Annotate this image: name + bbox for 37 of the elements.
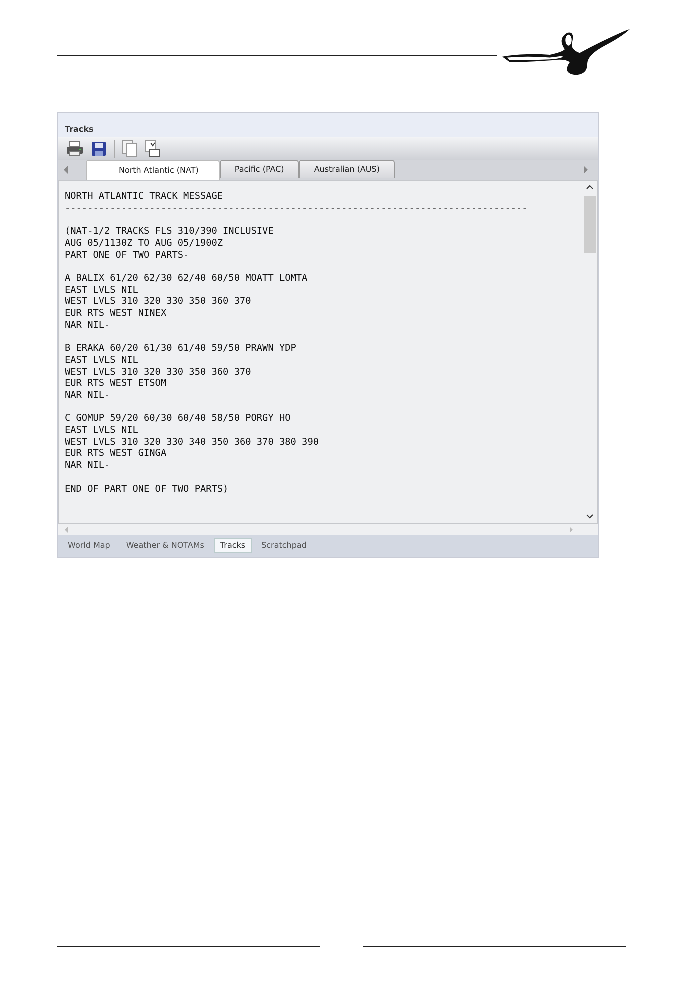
message-line: EUR RTS WEST NINEX	[65, 308, 167, 320]
print-icon[interactable]	[66, 140, 84, 156]
message-line: NAR NIL-	[65, 460, 110, 472]
message-line: NAR NIL-	[65, 320, 110, 332]
panel-title: Tracks	[64, 124, 95, 136]
message-line: NORTH ATLANTIC TRACK MESSAGE	[65, 191, 224, 203]
message-line: EAST LVLS NIL	[65, 425, 138, 437]
message-line: WEST LVLS 310 320 330 350 360 370	[65, 366, 252, 378]
view-tab[interactable]: World Map	[62, 538, 116, 553]
view-tab[interactable]: Weather & NOTAMs	[120, 538, 210, 553]
message-line: PART ONE OF TWO PARTS-	[65, 250, 190, 262]
message-line: EAST LVLS NIL	[65, 354, 138, 366]
message-line: (NAT-1/2 TRACKS FLS 310/390 INCLUSIVE	[65, 226, 274, 238]
paste-icon[interactable]	[145, 140, 161, 158]
message-line: ----------------------------------------------------------------------------------	[65, 202, 528, 214]
save-icon[interactable]	[91, 140, 107, 156]
message-line: AUG 05/1130Z TO AUG 05/1900Z	[65, 238, 224, 250]
message-line: END OF PART ONE OF TWO PARTS)	[65, 484, 229, 496]
view-tab[interactable]: Tracks	[214, 538, 252, 553]
message-line: B ERAKA 60/20 61/30 61/40 59/50 PRAWN YDP	[65, 343, 296, 355]
message-line: A BALIX 61/20 62/30 62/40 60/50 MOATT LOMTA	[65, 272, 308, 285]
horizontal-scrollbar[interactable]	[58, 524, 598, 535]
region-tab[interactable]: Australian (AUS)	[299, 160, 395, 178]
message-line: WEST LVLS 310 320 330 340 350 360 370 380 390	[65, 436, 319, 448]
region-tab[interactable]: Pacific (PAC)	[220, 160, 300, 178]
scroll-thumb[interactable]	[584, 196, 596, 253]
message-line: C GOMUP 59/20 60/30 60/40 58/50 PORGY HO	[65, 413, 291, 425]
message-line: NAR NIL-	[65, 390, 110, 402]
view-tab[interactable]: Scratchpad	[256, 538, 313, 553]
message-line: WEST LVLS 310 320 330 350 360 370	[65, 296, 252, 308]
message-line: EAST LVLS NIL	[65, 284, 138, 296]
message-line: EUR RTS WEST GINGA	[65, 448, 167, 460]
scroll-up-icon[interactable]	[586, 185, 594, 190]
message-line: EUR RTS WEST ETSOM	[65, 378, 167, 390]
scroll-down-icon[interactable]	[586, 514, 594, 519]
region-tab[interactable]: North Atlantic (NAT)	[86, 160, 220, 180]
copy-icon[interactable]	[122, 140, 138, 158]
